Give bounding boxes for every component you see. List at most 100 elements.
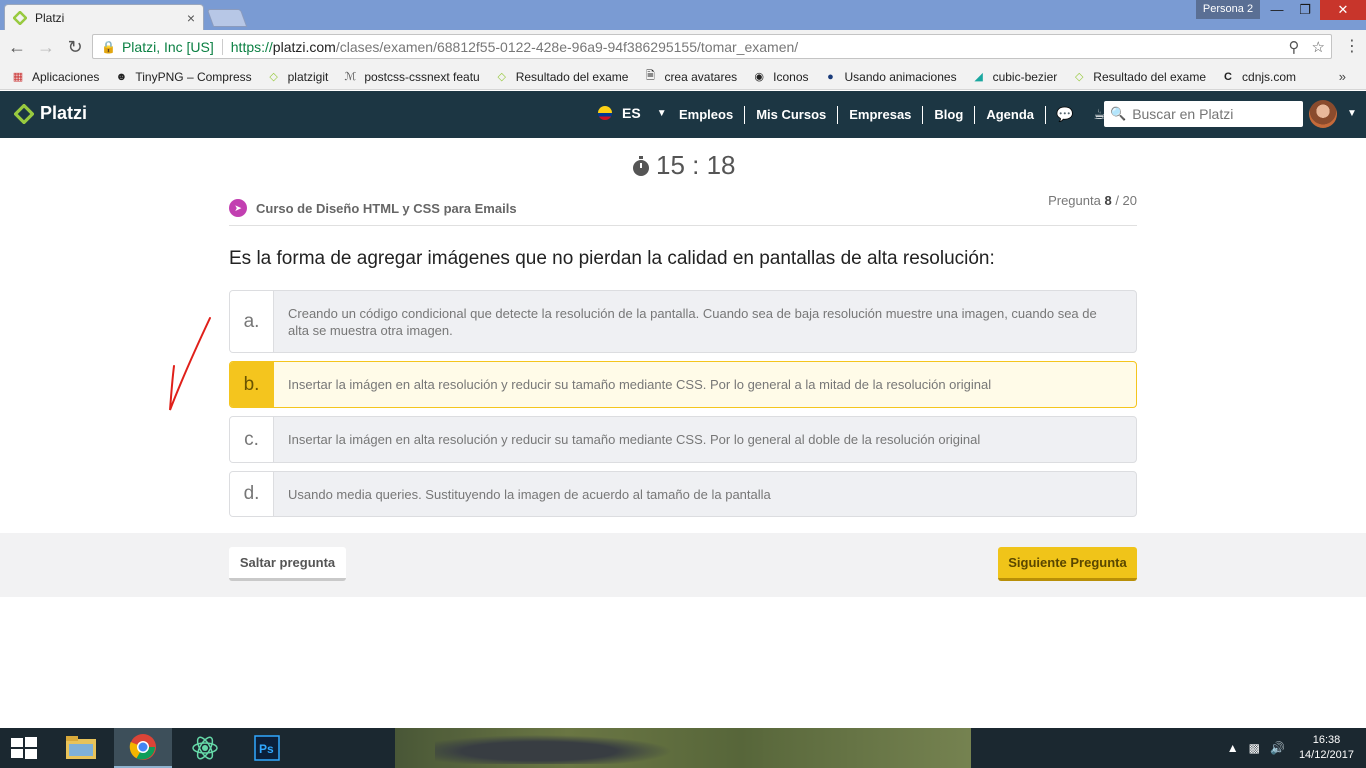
nav-link-empleos[interactable]: Empleos xyxy=(668,105,746,124)
bookmarks-overflow-icon[interactable]: » xyxy=(1339,69,1346,84)
svg-text:Ps: Ps xyxy=(259,742,274,756)
option-letter: a. xyxy=(230,291,274,352)
new-tab-button[interactable] xyxy=(206,9,248,27)
firefox-icon: ● xyxy=(827,70,834,83)
answer-option-c[interactable]: c. Insertar la imágen en alta resolución… xyxy=(229,416,1137,463)
answer-option-d[interactable]: d. Usando media queries. Sustituyendo la… xyxy=(229,471,1137,517)
question-counter: Pregunta 8 / 20 xyxy=(1048,193,1137,208)
option-letter: b. xyxy=(230,362,274,407)
bookmark-item[interactable]: ◇ platzigit xyxy=(266,69,328,85)
photoshop-taskbar-button[interactable]: Ps xyxy=(238,728,296,768)
bookmark-item[interactable]: ◢ cubic-bezier xyxy=(971,69,1057,85)
chrome-taskbar-button[interactable] xyxy=(114,728,172,768)
address-bar[interactable]: 🔒 Platzi, Inc [US] https:// platzi.com /… xyxy=(92,34,1332,59)
exam-timer: 15 : 18 xyxy=(630,150,736,181)
bookmark-item[interactable]: ◇ Resultado del exame xyxy=(494,69,628,85)
nav-link-empresas[interactable]: Empresas xyxy=(838,105,924,124)
user-avatar[interactable] xyxy=(1309,100,1337,128)
tab-title: Platzi xyxy=(35,10,65,25)
nav-link-agenda[interactable]: Agenda xyxy=(975,105,1046,124)
volume-icon[interactable]: 🔊 xyxy=(1270,741,1285,755)
bookmark-item[interactable]: Ccdnjs.com xyxy=(1220,69,1296,85)
forward-arrow-icon[interactable]: → xyxy=(34,35,58,59)
tab-close-icon[interactable]: × xyxy=(187,10,195,26)
browser-tab[interactable]: Platzi × xyxy=(4,4,204,30)
window-close-icon[interactable]: ✕ xyxy=(1320,0,1366,20)
answer-option-b[interactable]: b. Insertar la imágen en alta resolución… xyxy=(229,361,1137,408)
timer-value: 15 : 18 xyxy=(656,150,736,180)
file-explorer-taskbar-button[interactable] xyxy=(52,728,110,768)
url-host: platzi.com xyxy=(272,38,336,55)
platzi-nav-links: Empleos Mis Cursos Empresas Blog Agenda … xyxy=(668,91,1116,138)
apps-grid-icon: ▦ xyxy=(12,71,24,83)
option-letter: c. xyxy=(230,417,274,462)
next-question-button[interactable]: Siguiente Pregunta xyxy=(998,547,1137,581)
platzi-logo[interactable]: Platzi xyxy=(14,103,87,124)
search-input[interactable] xyxy=(1132,106,1293,122)
glasses-icon: ◉ xyxy=(754,71,764,83)
panda-icon: ☻ xyxy=(115,70,128,83)
folder-icon xyxy=(66,736,96,759)
avatar-chevron-down-icon[interactable]: ▼ xyxy=(1347,108,1357,119)
chrome-menu-icon[interactable]: ⋮ xyxy=(1344,36,1360,56)
page-icon: 🗎 xyxy=(646,70,655,82)
url-protocol: https:// xyxy=(230,38,273,55)
colombia-flag-icon xyxy=(598,106,612,120)
option-text: Usando media queries. Sustituyendo la im… xyxy=(288,486,771,502)
bookmark-item[interactable]: ◇ Resultado del exame xyxy=(1071,69,1206,85)
desktop-wallpaper-peek xyxy=(395,728,971,768)
site-identity[interactable]: Platzi, Inc [US] xyxy=(122,39,214,55)
platzi-favicon-icon xyxy=(13,10,27,25)
system-tray: ▲ ▩ 🔊 16:38 14/12/2017 xyxy=(1227,728,1354,768)
atom-taskbar-button[interactable] xyxy=(176,728,234,768)
bookmark-item[interactable]: ◉ Iconos xyxy=(751,69,808,85)
cdnjs-icon: C xyxy=(1224,70,1232,83)
windows-start-icon[interactable] xyxy=(10,736,38,760)
photoshop-icon: Ps xyxy=(254,735,280,761)
windows-taskbar: Ps ▲ ▩ 🔊 16:38 14/12/2017 xyxy=(0,728,1366,768)
cubic-bezier-icon: ◢ xyxy=(974,71,983,83)
restore-icon[interactable]: ❐ xyxy=(1290,0,1320,20)
network-icon[interactable]: ▩ xyxy=(1249,741,1260,755)
option-text: Creando un código condicional que detect… xyxy=(288,305,1097,338)
system-clock[interactable]: 16:38 14/12/2017 xyxy=(1299,733,1354,763)
chat-bubble-icon[interactable]: 💬 xyxy=(1046,106,1083,123)
option-text: Insertar la imágen en alta resolución y … xyxy=(288,377,992,392)
skip-question-button[interactable]: Saltar pregunta xyxy=(229,547,346,581)
bookmark-star-icon[interactable]: ☆ xyxy=(1312,38,1325,56)
zoom-icon[interactable]: ⚲ xyxy=(1289,38,1300,56)
reload-icon[interactable]: ↻ xyxy=(63,35,87,59)
back-arrow-icon[interactable]: ← xyxy=(5,35,29,59)
search-icon: 🔍 xyxy=(1110,106,1127,121)
tray-expand-icon[interactable]: ▲ xyxy=(1227,741,1239,755)
bookmark-item[interactable]: ● Usando animaciones xyxy=(823,69,956,85)
bookmark-item[interactable]: ☻ TinyPNG – Compress xyxy=(113,69,252,85)
option-letter: d. xyxy=(230,472,274,516)
nav-link-blog[interactable]: Blog xyxy=(923,105,976,124)
lock-icon: 🔒 xyxy=(101,39,116,54)
answer-option-a[interactable]: a. Creando un código condicional que det… xyxy=(229,290,1137,353)
profile-button[interactable]: Persona 2 xyxy=(1196,0,1260,19)
language-selector[interactable]: ES ▼ xyxy=(598,105,667,121)
atom-editor-icon xyxy=(192,736,218,760)
url-path: /clases/examen/68812f55-0122-428e-96a9-9… xyxy=(335,38,799,55)
platzi-icon: ◇ xyxy=(497,71,506,83)
course-header: ➤ Curso de Diseño HTML y CSS para Emails… xyxy=(229,193,1137,226)
platzi-search[interactable]: 🔍 xyxy=(1104,101,1303,127)
question-text: Es la forma de agregar imágenes que no p… xyxy=(229,248,995,269)
bookmark-item[interactable]: 🗎 crea avatares xyxy=(642,69,737,85)
course-name: Curso de Diseño HTML y CSS para Emails xyxy=(256,200,517,216)
stopwatch-icon xyxy=(633,155,649,176)
option-text: Insertar la imágen en alta resolución y … xyxy=(288,432,981,447)
bookmark-item[interactable]: ℳpostcss-cssnext featu xyxy=(342,69,479,85)
browser-title-bar: Platzi × Persona 2 — ❐ ✕ xyxy=(0,0,1366,30)
platzi-icon: ◇ xyxy=(269,71,278,83)
nav-link-mis-cursos[interactable]: Mis Cursos xyxy=(745,105,839,124)
postcss-icon: ℳ xyxy=(344,71,357,83)
bookmark-item[interactable]: ▦ Aplicaciones xyxy=(10,69,100,85)
chrome-icon xyxy=(129,734,156,760)
platzi-icon: ◇ xyxy=(1075,71,1084,83)
exam-footer xyxy=(0,533,1366,597)
minimize-icon[interactable]: — xyxy=(1262,0,1292,20)
omnibox-divider xyxy=(221,38,223,55)
